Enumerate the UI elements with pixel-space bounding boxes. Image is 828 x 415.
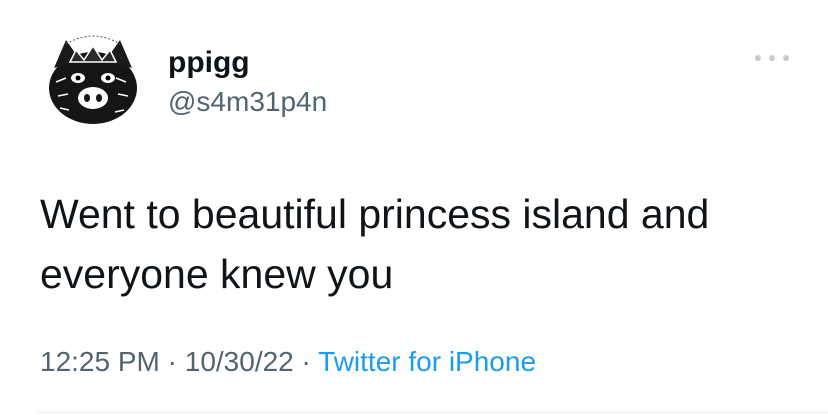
tweet-metadata: 12:25 PM · 10/30/22 · Twitter for iPhone [40, 345, 536, 379]
tweet-source-link[interactable]: Twitter for iPhone [318, 346, 536, 377]
more-dot [755, 55, 761, 61]
more-dot [783, 55, 789, 61]
more-options-icon[interactable] [752, 46, 792, 70]
tweet-text: Went to beautiful princess island and ev… [40, 184, 800, 304]
display-name[interactable]: ppigg [168, 45, 250, 81]
tweet-card: ppigg @s4m31p4n Went to beautiful prince… [0, 0, 828, 415]
avatar[interactable] [36, 22, 150, 136]
separator: · [159, 346, 185, 377]
tweet-text-line: everyone knew you [40, 251, 394, 297]
user-handle[interactable]: @s4m31p4n [168, 85, 327, 119]
divider [36, 412, 828, 413]
tweet-text-line: Went to beautiful princess island and [40, 191, 710, 237]
pig-avatar-image [36, 22, 150, 136]
tweet-time[interactable]: 12:25 PM [40, 346, 160, 377]
tweet-date[interactable]: 10/30/22 [185, 346, 294, 377]
separator: · [293, 346, 319, 377]
more-dot [769, 55, 775, 61]
